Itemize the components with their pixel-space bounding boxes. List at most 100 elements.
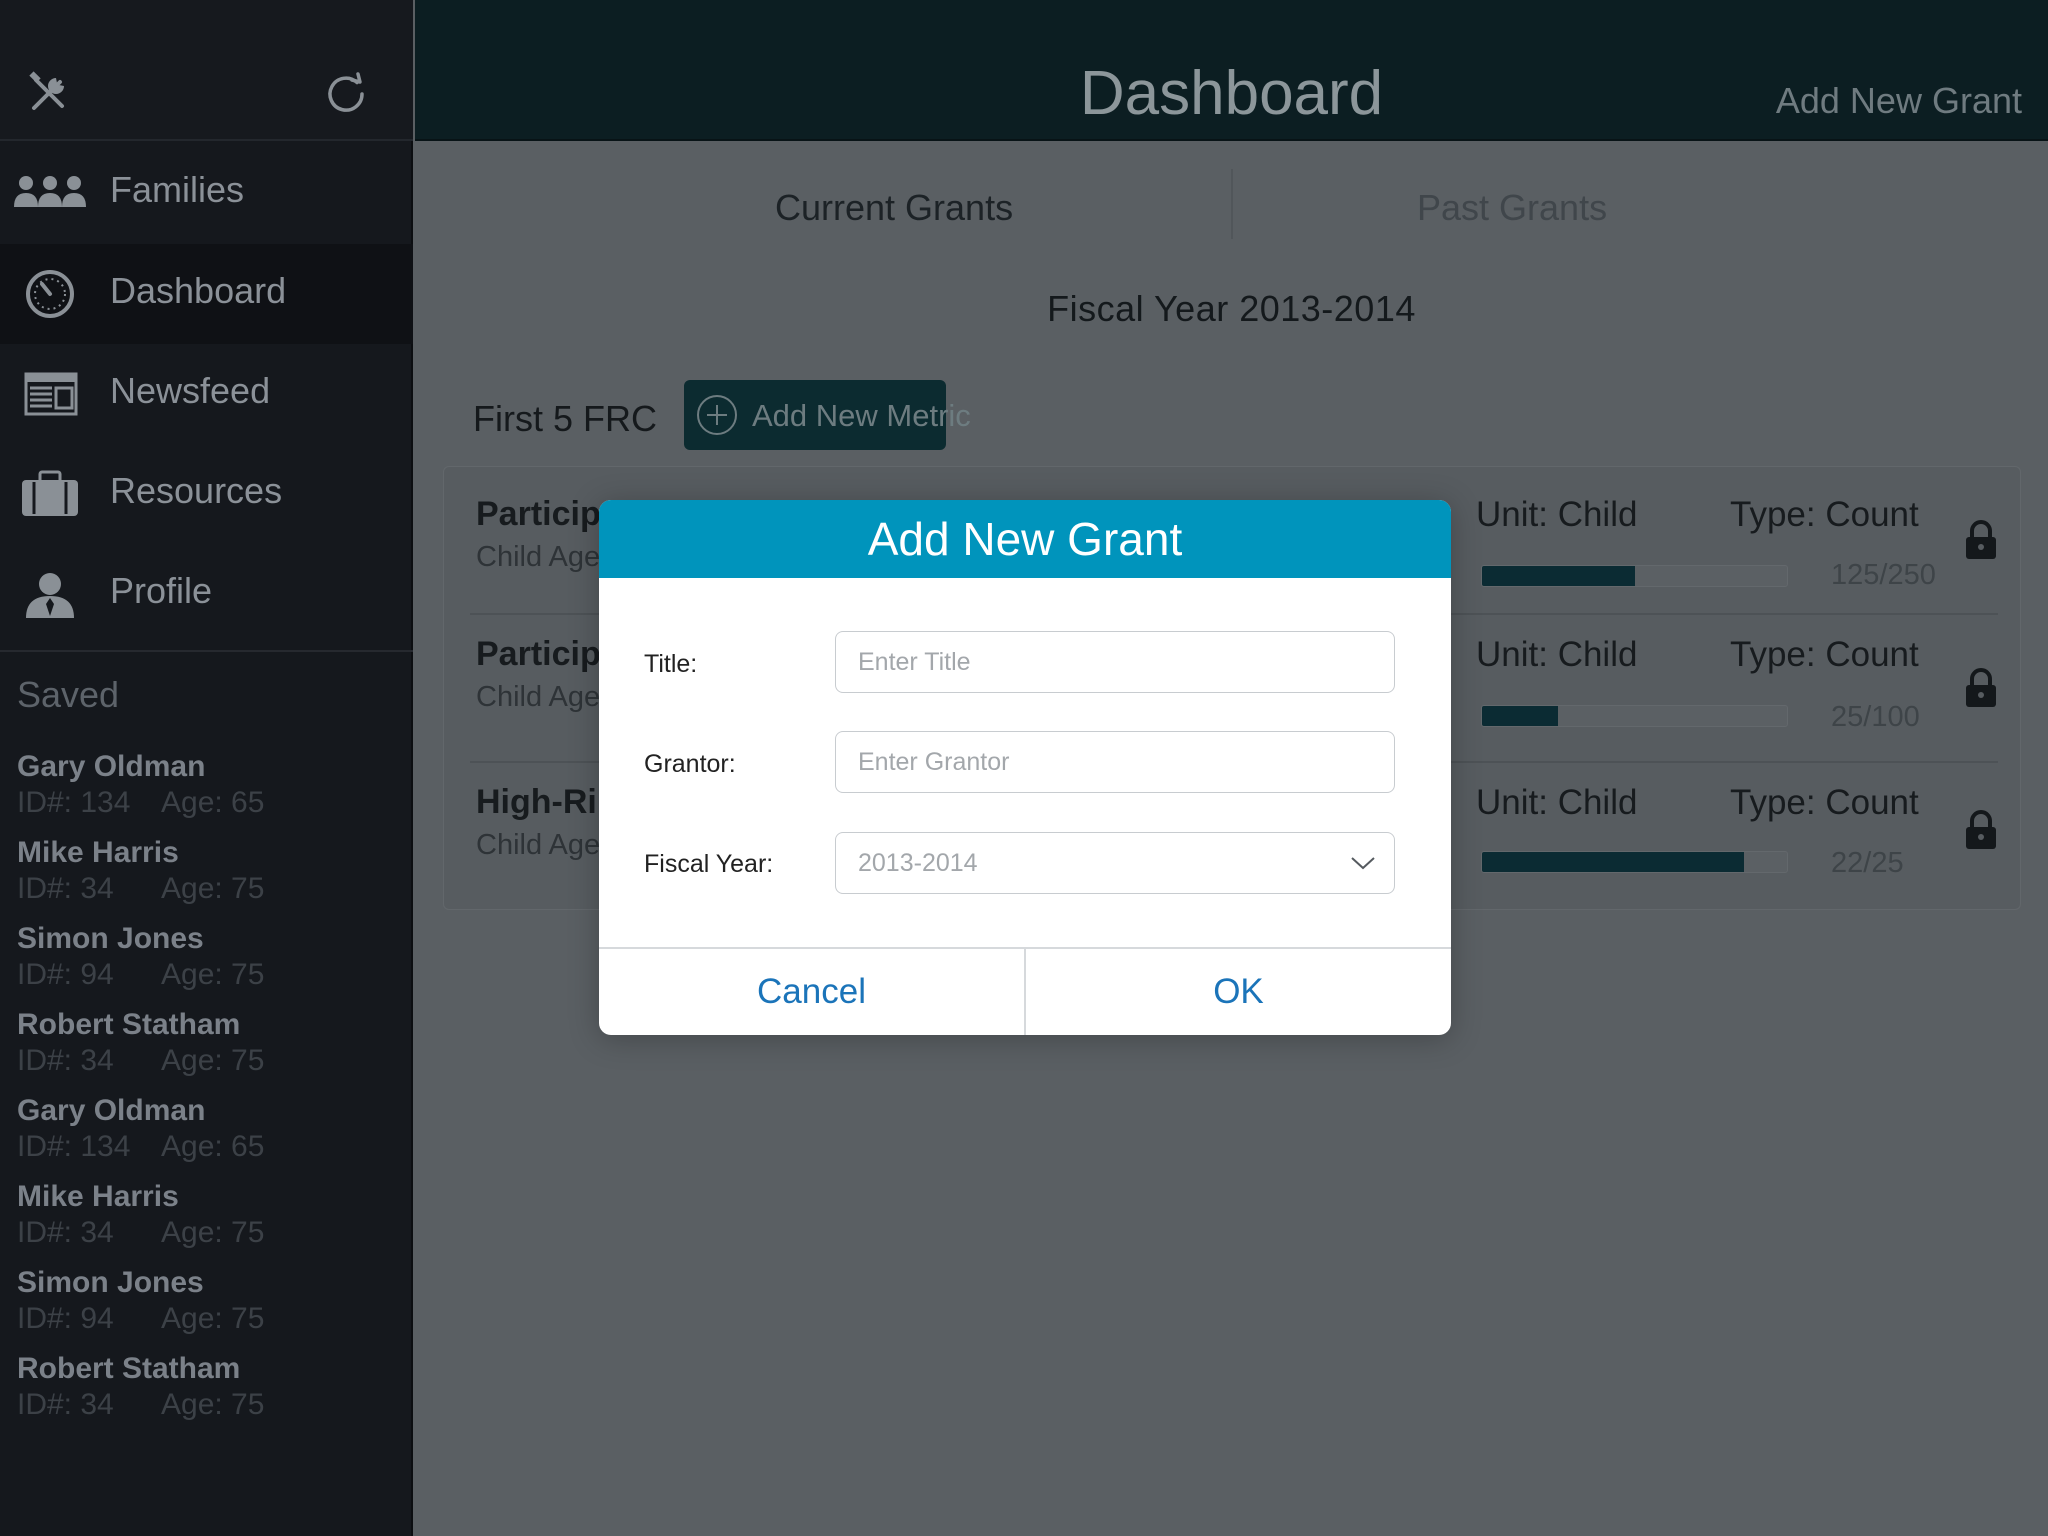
title-label: Title: [644,650,698,678]
metric-progress-fill [1482,706,1559,726]
sidebar-divider [0,650,413,652]
sidebar-item-profile[interactable]: Profile [0,544,413,644]
dialog-header: Add New Grant [599,500,1451,578]
title-input[interactable] [835,631,1395,693]
saved-list-item[interactable]: Mike Harris ID#: 34 Age: 75 [17,836,397,922]
sidebar-item-label: Families [110,169,245,210]
sidebar-item-families[interactable]: Families [0,143,413,243]
saved-name: Robert Statham [17,1352,241,1385]
cancel-button[interactable]: Cancel [599,949,1024,1035]
fiscal-year-heading: Fiscal Year 2013-2014 [1047,288,1416,329]
saved-age: Age: 75 [161,1388,265,1421]
metric-subtitle: Child Age [476,681,601,713]
saved-id: ID#: 34 [17,872,114,905]
tab-past-grants[interactable]: Past Grants [1417,187,1607,229]
metric-progress-bar [1481,565,1788,587]
saved-name: Robert Statham [17,1008,241,1041]
metric-subtitle: Child Age [476,829,601,861]
sidebar-toolbar [0,0,413,141]
profile-icon [26,573,74,618]
sidebar: Families Dashboard Newsfeed Resources Pr… [0,0,413,1536]
saved-name: Gary Oldman [17,750,206,783]
grant-name: First 5 FRC [473,398,657,439]
saved-list-item[interactable]: Simon Jones ID#: 94 Age: 75 [17,1266,397,1352]
saved-age: Age: 75 [161,958,265,991]
tab-divider [1231,169,1233,239]
grantor-label: Grantor: [644,750,736,778]
sidebar-item-label: Newsfeed [110,370,271,411]
chevron-down-icon [1351,857,1375,870]
saved-id: ID#: 94 [17,1302,114,1335]
saved-id: ID#: 34 [17,1388,114,1421]
saved-list-item[interactable]: Gary Oldman ID#: 134 Age: 65 [17,1094,397,1180]
saved-age: Age: 75 [161,1044,265,1077]
newsfeed-icon [24,372,78,416]
tab-current-grants[interactable]: Current Grants [775,187,1013,229]
dialog-title: Add New Grant [867,513,1183,565]
metric-title: High-Ri [476,783,597,821]
saved-age: Age: 75 [161,1216,265,1249]
add-new-metric-label: Add New Metric [752,398,971,433]
ok-button[interactable]: OK [1026,949,1451,1035]
metric-title: Particip [476,635,601,673]
metric-type: Type: Count [1730,495,1919,534]
saved-age: Age: 65 [161,786,265,819]
saved-name: Simon Jones [17,922,204,955]
sidebar-item-label: Dashboard [110,270,287,311]
sidebar-item-dashboard[interactable]: Dashboard [0,244,413,344]
metric-unit: Unit: Child [1476,783,1638,822]
add-new-metric-button[interactable]: Add New Metric [684,380,971,450]
saved-age: Age: 65 [161,1130,265,1163]
saved-id: ID#: 34 [17,1216,114,1249]
metric-progress-fill [1482,852,1745,872]
saved-id: ID#: 34 [17,1044,114,1077]
saved-list-item[interactable]: Robert Statham ID#: 34 Age: 75 [17,1008,397,1094]
add-new-grant-link[interactable]: Add New Grant [1776,80,2048,122]
metric-unit: Unit: Child [1476,635,1638,674]
metric-progress-bar [1481,705,1788,727]
saved-name: Gary Oldman [17,1094,206,1127]
sidebar-item-newsfeed[interactable]: Newsfeed [0,344,413,444]
metric-count: 22/25 [1831,847,1904,879]
fiscal-year-select[interactable]: 2013-2014 [835,832,1395,894]
tools-icon[interactable] [26,70,72,116]
metric-unit: Unit: Child [1476,495,1638,534]
grantor-input[interactable] [835,731,1395,793]
saved-age: Age: 75 [161,872,265,905]
saved-id: ID#: 134 [17,1130,131,1163]
sidebar-item-label: Resources [110,470,283,511]
plus-circle-icon [697,395,737,435]
metric-progress-fill [1482,566,1635,586]
saved-name: Mike Harris [17,1180,179,1213]
metric-count: 125/250 [1831,559,1936,591]
briefcase-icon [22,470,78,516]
sidebar-item-resources[interactable]: Resources [0,444,413,544]
metric-progress-bar [1481,851,1788,873]
families-icon [14,176,86,207]
fiscal-year-value: 2013-2014 [858,849,978,877]
lock-icon[interactable] [1964,519,1998,561]
page-title-text: Dashboard [1079,59,1384,128]
saved-id: ID#: 94 [17,958,114,991]
lock-icon[interactable] [1964,667,1998,709]
saved-id: ID#: 134 [17,786,131,819]
top-header: Dashboard Add New Grant [415,0,2048,141]
saved-list-item[interactable]: Gary Oldman ID#: 134 Age: 65 [17,750,397,836]
metric-count: 25/100 [1831,701,1920,733]
add-new-grant-dialog: Add New Grant Title: Grantor: Fiscal Yea… [599,500,1451,1035]
sidebar-item-label: Profile [110,570,213,611]
saved-list-item[interactable]: Mike Harris ID#: 34 Age: 75 [17,1180,397,1266]
saved-heading: Saved [17,674,120,715]
refresh-icon[interactable] [322,70,370,118]
saved-list-item[interactable]: Simon Jones ID#: 94 Age: 75 [17,922,397,1008]
saved-name: Mike Harris [17,836,179,869]
dashboard-gauge-icon [26,270,74,318]
lock-icon[interactable] [1964,809,1998,851]
saved-age: Age: 75 [161,1302,265,1335]
metric-title: Particip [476,495,601,533]
metric-type: Type: Count [1730,635,1919,674]
metric-subtitle: Child Age [476,541,601,573]
fiscal-year-label: Fiscal Year: [644,850,774,878]
metric-type: Type: Count [1730,783,1919,822]
saved-list-item[interactable]: Robert Statham ID#: 34 Age: 75 [17,1352,397,1438]
